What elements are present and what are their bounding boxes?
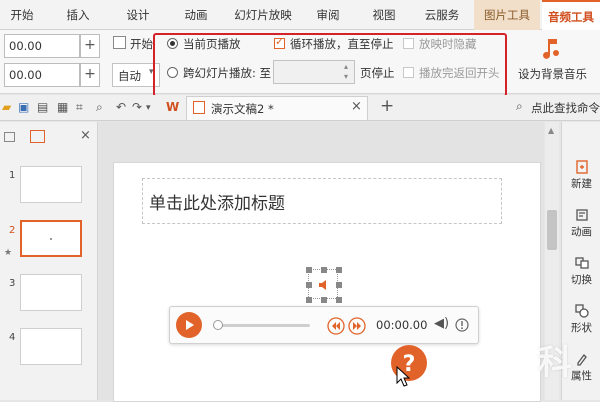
title-placeholder-text: 单击此处添加标题: [149, 194, 285, 214]
transition-icon: [574, 257, 589, 269]
resize-handle[interactable]: [336, 267, 342, 273]
slide-canvas-area: 单击此处添加标题 00:00.00 ◀) ?: [99, 122, 544, 402]
redo-icon[interactable]: ↷: [132, 100, 142, 114]
presentation-file-icon: [193, 101, 205, 114]
transition-button[interactable]: 切换: [562, 256, 600, 287]
start-label: 开始: [130, 37, 153, 51]
fade-input[interactable]: 00.00: [4, 63, 80, 87]
slide-thumbnail[interactable]: [20, 274, 82, 311]
watermark: 科: [538, 343, 572, 383]
print-icon[interactable]: ▦: [57, 100, 68, 114]
format-painter-icon[interactable]: ⌕: [96, 100, 103, 115]
volume-icon[interactable]: ◀): [434, 316, 449, 331]
mouse-cursor-icon: [396, 366, 410, 387]
start-icon: [113, 36, 126, 49]
print-preview-icon[interactable]: ▤: [37, 100, 48, 114]
wps-logo-icon: W: [166, 100, 180, 114]
slide-number: 1: [9, 170, 16, 181]
slide-thumbnail-selected[interactable]: [20, 220, 82, 257]
highlight-box: [153, 33, 507, 97]
resize-handle[interactable]: [336, 282, 342, 288]
info-icon[interactable]: [455, 318, 469, 332]
animation-label: 动画: [571, 226, 592, 238]
undo-icon[interactable]: ↶: [116, 100, 126, 114]
tab-audio-tools[interactable]: 音频工具: [542, 0, 600, 30]
speaker-icon: [319, 280, 326, 290]
volume-increment-button[interactable]: +: [80, 34, 100, 58]
slide-number: 3: [9, 278, 16, 289]
new-tab-icon[interactable]: +: [380, 96, 394, 116]
star-icon: ★: [4, 248, 13, 258]
start-select-value: 自动: [118, 69, 141, 83]
transition-label: 切换: [571, 274, 592, 286]
playback-time: 00:00.00: [376, 318, 428, 332]
scroll-up-icon[interactable]: ▲: [548, 126, 554, 135]
document-tab-title: 演示文稿2 *: [211, 102, 274, 116]
fast-forward-icon[interactable]: [348, 317, 366, 335]
audio-marker: [50, 238, 52, 240]
progress-track[interactable]: [214, 324, 310, 327]
new-slide-label: 新建: [571, 178, 592, 190]
resize-handle[interactable]: [336, 297, 342, 303]
slide-thumbnail[interactable]: [20, 328, 82, 365]
bg-music-button[interactable]: 设为背景音乐: [512, 32, 592, 90]
rewind-icon[interactable]: [327, 317, 345, 335]
slide-number: 2: [9, 225, 16, 236]
tab-design[interactable]: 设计: [112, 0, 164, 30]
music-note-icon: [543, 39, 559, 59]
document-tab[interactable]: 演示文稿2 * ×: [186, 96, 368, 120]
shape-label: 形状: [571, 322, 592, 334]
folder-icon[interactable]: ▰: [2, 100, 11, 114]
slide-thumbnail[interactable]: [20, 166, 82, 203]
fade-increment-button[interactable]: +: [80, 63, 100, 87]
slide-view-icon[interactable]: [30, 130, 45, 143]
slide: 单击此处添加标题 00:00.00 ◀) ?: [113, 162, 541, 402]
close-icon[interactable]: ×: [351, 99, 362, 114]
play-button[interactable]: [176, 312, 202, 338]
search-command-label[interactable]: 点此查找命令: [531, 100, 600, 116]
resize-handle[interactable]: [321, 297, 327, 303]
export-icon[interactable]: ⌗: [76, 100, 83, 115]
more-icon[interactable]: ▾: [146, 103, 151, 113]
bg-music-label: 设为背景音乐: [518, 67, 587, 81]
new-slide-button[interactable]: 新建: [562, 160, 600, 191]
properties-label: 属性: [571, 370, 592, 382]
new-slide-icon: [575, 160, 588, 174]
slides-panel: × 1 2 ★ 3 4: [0, 122, 98, 400]
progress-thumb[interactable]: [213, 320, 223, 330]
close-panel-icon[interactable]: ×: [80, 128, 91, 143]
ribbon-tab-bar: 开始 插入 设计 动画 幻灯片放映 审阅 视图 云服务 图片工具 音频工具: [0, 0, 600, 30]
tab-picture-tools[interactable]: 图片工具: [474, 0, 540, 30]
tab-insert[interactable]: 插入: [50, 0, 106, 30]
save-icon[interactable]: ▣: [18, 100, 29, 114]
tab-slideshow[interactable]: 幻灯片放映: [227, 0, 299, 30]
slide-number: 4: [9, 332, 16, 343]
resize-handle[interactable]: [306, 282, 312, 288]
tab-view[interactable]: 视图: [358, 0, 410, 30]
animation-icon: [575, 209, 588, 221]
resize-handle[interactable]: [306, 267, 312, 273]
resize-handle[interactable]: [321, 267, 327, 273]
resize-handle[interactable]: [306, 297, 312, 303]
tab-review[interactable]: 审阅: [305, 0, 351, 30]
animation-button[interactable]: 动画: [562, 208, 600, 239]
shape-button[interactable]: 形状: [562, 304, 600, 335]
properties-icon: [576, 354, 587, 366]
title-placeholder[interactable]: 单击此处添加标题: [142, 178, 502, 224]
shape-icon: [574, 304, 589, 318]
scrollbar-thumb[interactable]: [547, 210, 557, 250]
outline-view-icon[interactable]: [4, 132, 15, 142]
audio-object[interactable]: [306, 267, 342, 303]
search-icon[interactable]: ⌕: [516, 99, 523, 114]
tab-cloud[interactable]: 云服务: [414, 0, 470, 30]
audio-player: 00:00.00 ◀): [169, 306, 479, 344]
tab-home[interactable]: 开始: [0, 0, 44, 30]
tab-animation[interactable]: 动画: [170, 0, 222, 30]
volume-input[interactable]: 00.00: [4, 34, 80, 58]
